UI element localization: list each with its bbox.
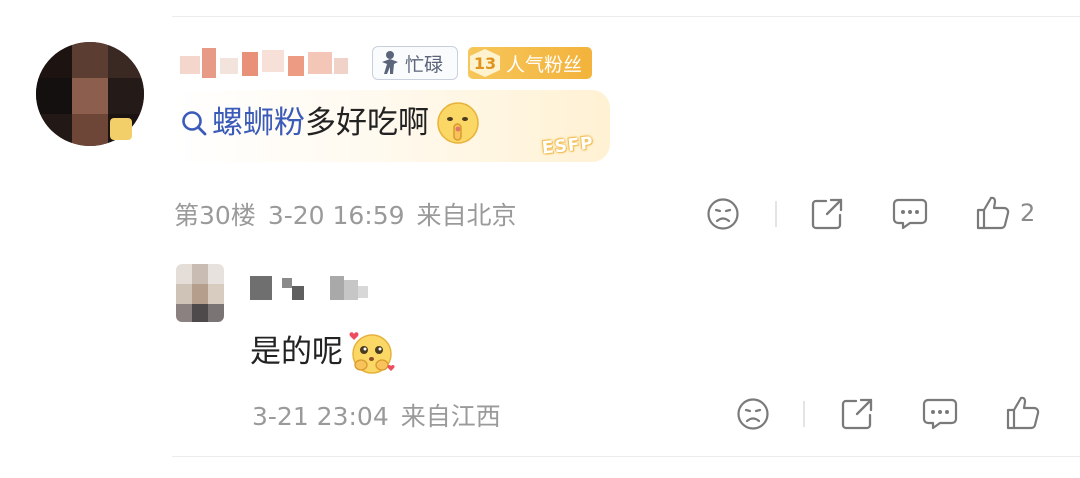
username[interactable]: [180, 48, 350, 78]
reply-username[interactable]: [250, 276, 380, 300]
comment-body: 多好吃啊: [305, 105, 429, 141]
share-icon: [811, 198, 843, 230]
thumbs-up-icon: [976, 196, 1010, 230]
frown-face-icon: [707, 198, 739, 230]
vip-badge-icon: [110, 118, 132, 140]
fan-level-badge: 13 人气粉丝: [468, 47, 592, 79]
top-divider: [172, 16, 1080, 17]
reply-body: 是的呢: [250, 334, 343, 370]
reply-dislike-button[interactable]: [736, 397, 770, 431]
floor-number: 第30楼: [174, 201, 256, 230]
dislike-button[interactable]: [706, 197, 740, 231]
reply-location: 来自江西: [400, 402, 501, 431]
reply-time: 3-21 23:04: [252, 402, 389, 431]
action-separator: [803, 401, 805, 427]
fan-level-label: 人气粉丝: [506, 53, 583, 76]
comment-bubble-icon: [922, 398, 958, 430]
comment-text: 螺蛳粉 多好吃啊: [180, 100, 481, 146]
like-count: 2: [1020, 199, 1036, 227]
fan-level-number: 13: [470, 49, 500, 77]
shush-face-icon: [437, 102, 479, 144]
reply-text: 是的呢: [250, 328, 395, 376]
frown-face-icon: [737, 398, 769, 430]
share-icon: [841, 398, 873, 430]
share-button[interactable]: [810, 197, 844, 231]
action-separator: [775, 201, 777, 227]
reply-avatar[interactable]: [176, 264, 224, 322]
like-button[interactable]: 2: [976, 195, 1035, 231]
thumbs-up-icon: [1006, 396, 1040, 430]
comment-bubble-icon: [892, 198, 928, 230]
comment-location: 来自北京: [416, 201, 517, 230]
reply-comment-button[interactable]: [922, 397, 958, 431]
busy-status-badge: 忙碌: [372, 46, 458, 80]
comment-meta: 第30楼 3-20 16:59 来自北京: [174, 196, 517, 232]
busy-figure-icon: [382, 51, 398, 74]
comment-time: 3-20 16:59: [267, 201, 405, 230]
bottom-divider: [172, 456, 1080, 457]
search-icon[interactable]: [180, 109, 208, 137]
reply-like-button[interactable]: [1006, 395, 1040, 431]
reply-button[interactable]: [892, 197, 928, 231]
pleading-face-icon: [349, 332, 395, 374]
busy-status-label: 忙碌: [405, 53, 444, 76]
reply-meta: 3-21 23:04 来自江西: [252, 397, 501, 433]
search-keyword-link[interactable]: 螺蛳粉: [212, 101, 305, 145]
reply-share-button[interactable]: [840, 397, 874, 431]
